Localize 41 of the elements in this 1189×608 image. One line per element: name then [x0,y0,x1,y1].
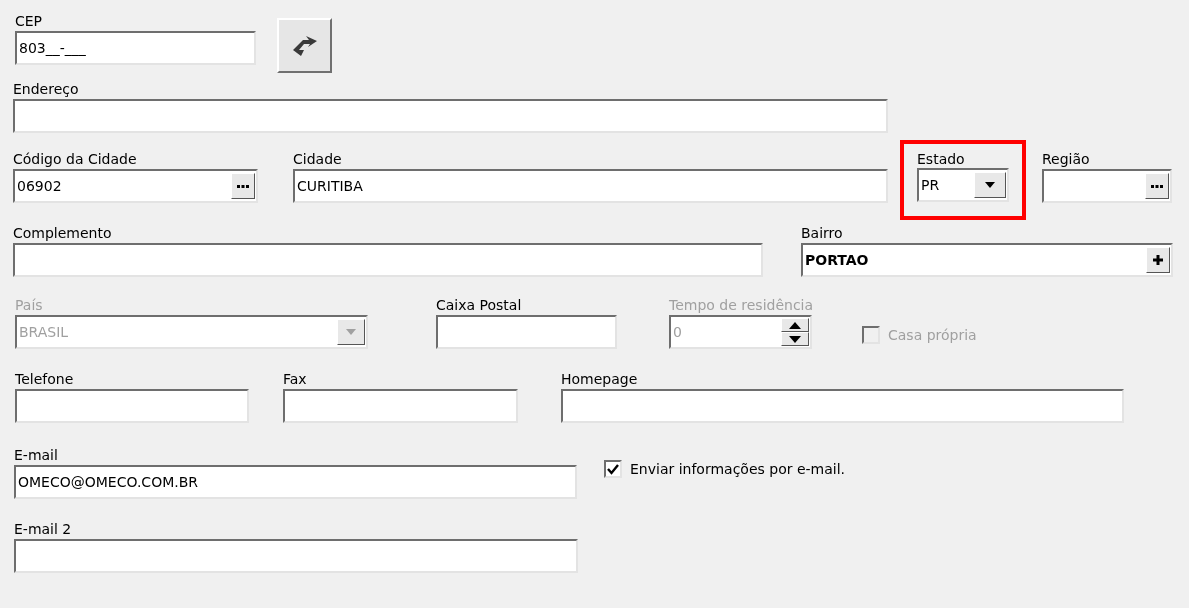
field-label: Bairro [801,224,843,242]
field-label: Endereço [13,80,79,98]
checkbox[interactable] [604,460,622,478]
caret-icon [985,182,995,188]
down-arrow-icon [789,335,801,343]
caret-icon [346,329,356,335]
text-field[interactable] [14,539,578,573]
lookup-field[interactable]: 06902 [13,169,258,203]
field-label: Telefone [15,370,74,388]
up-arrow-icon [789,321,801,329]
field-label: E-mail [14,446,58,464]
field-label: Região [1042,150,1090,168]
lookup-field[interactable] [1042,169,1172,203]
field-label: Complemento [13,224,112,242]
text-field[interactable] [15,389,249,423]
field-label: Homepage [561,370,638,388]
text-field[interactable] [436,315,617,349]
field-label: CEP [15,12,43,30]
checkbox-label: Casa própria [888,326,977,344]
field-label: País [15,296,43,314]
field-label: Fax [283,370,307,388]
lookup-field[interactable]: PORTAO [801,243,1173,277]
dropdown[interactable]: PR [917,168,1009,202]
swap-button[interactable] [277,18,332,73]
text-field[interactable]: CURITIBA [293,169,888,203]
text-field[interactable] [13,99,888,133]
field-label: E-mail 2 [14,520,72,538]
more-icon [1151,184,1163,188]
field-label: Estado [917,151,965,167]
text-field[interactable] [561,389,1124,423]
text-field[interactable] [13,243,763,277]
checkbox-label: Enviar informações por e-mail. [630,460,846,478]
text-field[interactable]: 803__-___ [15,31,256,65]
field-label: Cidade [293,150,342,168]
text-field[interactable] [283,389,518,423]
field-label: Tempo de residência [669,296,814,314]
field-label: Caixa Postal [436,296,522,314]
text-field[interactable]: OMECO@OMECO.COM.BR [14,465,577,499]
plus-icon [1153,255,1163,265]
field-label: Código da Cidade [13,150,137,168]
more-icon [237,184,249,188]
